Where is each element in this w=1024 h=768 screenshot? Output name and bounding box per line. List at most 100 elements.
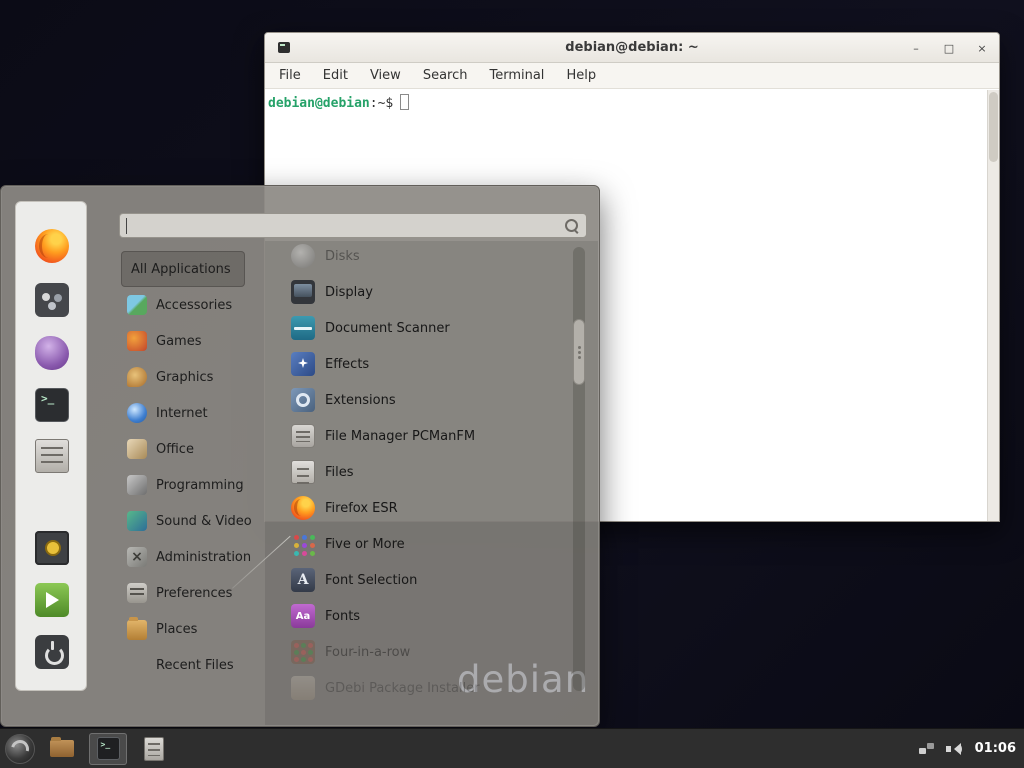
firefox-icon [291, 496, 315, 520]
effects-icon [291, 352, 315, 376]
programming-icon [127, 475, 147, 495]
places-icon [127, 620, 147, 640]
system-tray: 01:06 [919, 741, 1024, 756]
category-graphics[interactable]: Graphics [121, 359, 289, 395]
favorite-messenger[interactable] [35, 336, 69, 370]
accessories-icon [127, 295, 147, 315]
applications-menu: debian All Applications Accessories Game… [0, 185, 600, 727]
app-item-gdebi[interactable]: GDebi Package Installer [291, 670, 573, 706]
menu-edit[interactable]: Edit [323, 68, 348, 83]
app-item-effects[interactable]: Effects [291, 346, 573, 382]
extensions-icon [291, 388, 315, 412]
disks-icon [291, 244, 315, 268]
app-item-files[interactable]: Files [291, 454, 573, 490]
document-scanner-icon [291, 316, 315, 340]
app-item-firefox-esr[interactable]: Firefox ESR [291, 490, 573, 526]
taskbar-window-file-manager[interactable] [43, 733, 81, 765]
files-icon [291, 460, 315, 484]
terminal-menubar: File Edit View Search Terminal Help [265, 63, 999, 89]
administration-icon [127, 547, 147, 567]
favorite-firefox[interactable] [35, 229, 69, 263]
category-sound-video[interactable]: Sound & Video [121, 503, 289, 539]
five-or-more-icon [291, 532, 315, 556]
category-administration[interactable]: Administration [121, 539, 289, 575]
category-places[interactable]: Places [121, 611, 289, 647]
terminal-icon [97, 737, 120, 760]
minimize-button[interactable]: – [909, 42, 923, 55]
preferences-icon [127, 583, 147, 603]
terminal-scrollbar-handle[interactable] [989, 92, 998, 162]
favorite-file-manager[interactable] [35, 439, 69, 473]
volume-icon[interactable] [946, 742, 962, 756]
app-item-extensions[interactable]: Extensions [291, 382, 573, 418]
menu-terminal[interactable]: Terminal [489, 68, 544, 83]
display-icon [291, 280, 315, 304]
menu-help[interactable]: Help [566, 68, 596, 83]
desktop[interactable]: debian@debian: ~ – □ × File Edit View Se… [0, 0, 1024, 768]
sound-video-icon [127, 511, 147, 531]
file-manager-icon [291, 424, 315, 448]
app-item-document-scanner[interactable]: Document Scanner [291, 310, 573, 346]
shutdown-button[interactable] [35, 635, 69, 669]
category-internet[interactable]: Internet [121, 395, 289, 431]
category-accessories[interactable]: Accessories [121, 287, 289, 323]
app-item-five-or-more[interactable]: Five or More [291, 526, 573, 562]
category-games[interactable]: Games [121, 323, 289, 359]
network-icon[interactable] [919, 742, 935, 756]
applications-scrollbar[interactable] [573, 247, 585, 691]
app-item-fonts[interactable]: Fonts [291, 598, 573, 634]
four-in-a-row-icon [291, 640, 315, 664]
files-icon [144, 737, 164, 761]
office-icon [127, 439, 147, 459]
app-item-font-selection[interactable]: Font Selection [291, 562, 573, 598]
graphics-icon [127, 367, 147, 387]
shutdown-icon [35, 635, 69, 669]
messenger-icon [35, 336, 69, 370]
clock[interactable]: 01:06 [973, 741, 1016, 756]
category-all-applications[interactable]: All Applications [121, 251, 245, 287]
logout-icon [35, 583, 69, 617]
terminal-icon [35, 388, 69, 422]
menu-launcher-button[interactable] [5, 734, 35, 764]
app-item-four-in-a-row[interactable]: Four-in-a-row [291, 634, 573, 670]
menu-file[interactable]: File [279, 68, 301, 83]
favorite-people[interactable] [35, 283, 69, 317]
taskbar-window-terminal[interactable] [89, 733, 127, 765]
font-selection-icon [291, 568, 315, 592]
search-icon [564, 218, 580, 234]
terminal-title: debian@debian: ~ [265, 33, 999, 63]
application-list: Disks Display Document Scanner Effects E… [291, 238, 573, 706]
terminal-titlebar[interactable]: debian@debian: ~ – □ × [265, 33, 999, 63]
terminal-cursor [400, 94, 409, 110]
category-recent-files[interactable]: Recent Files [121, 647, 289, 683]
prompt-path: :~$ [370, 96, 393, 111]
logout-button[interactable] [35, 583, 69, 617]
app-item-disks[interactable]: Disks [291, 238, 573, 274]
terminal-scrollbar[interactable] [987, 90, 999, 521]
firefox-icon [35, 229, 69, 263]
app-item-file-manager-pcmanfm[interactable]: File Manager PCManFM [291, 418, 573, 454]
internet-icon [127, 403, 147, 423]
menu-view[interactable]: View [370, 68, 401, 83]
close-button[interactable]: × [975, 42, 989, 55]
category-list: All Applications Accessories Games Graph… [121, 251, 289, 683]
people-icon [35, 283, 69, 317]
taskbar: 01:06 [0, 728, 1024, 768]
file-manager-icon [35, 439, 69, 473]
menu-search-box [119, 213, 587, 238]
app-item-display[interactable]: Display [291, 274, 573, 310]
search-input[interactable] [120, 214, 564, 237]
category-office[interactable]: Office [121, 431, 289, 467]
menu-search[interactable]: Search [423, 68, 468, 83]
games-icon [127, 331, 147, 351]
lock-screen-button[interactable] [35, 531, 69, 565]
favorites-strip [15, 201, 87, 691]
lock-screen-icon [35, 531, 69, 565]
taskbar-window-files[interactable] [135, 733, 173, 765]
category-preferences[interactable]: Preferences [121, 575, 289, 611]
category-programming[interactable]: Programming [121, 467, 289, 503]
applications-scrollbar-handle[interactable] [573, 319, 585, 385]
gdebi-icon [291, 676, 315, 700]
favorite-terminal[interactable] [35, 388, 69, 422]
maximize-button[interactable]: □ [942, 42, 956, 55]
